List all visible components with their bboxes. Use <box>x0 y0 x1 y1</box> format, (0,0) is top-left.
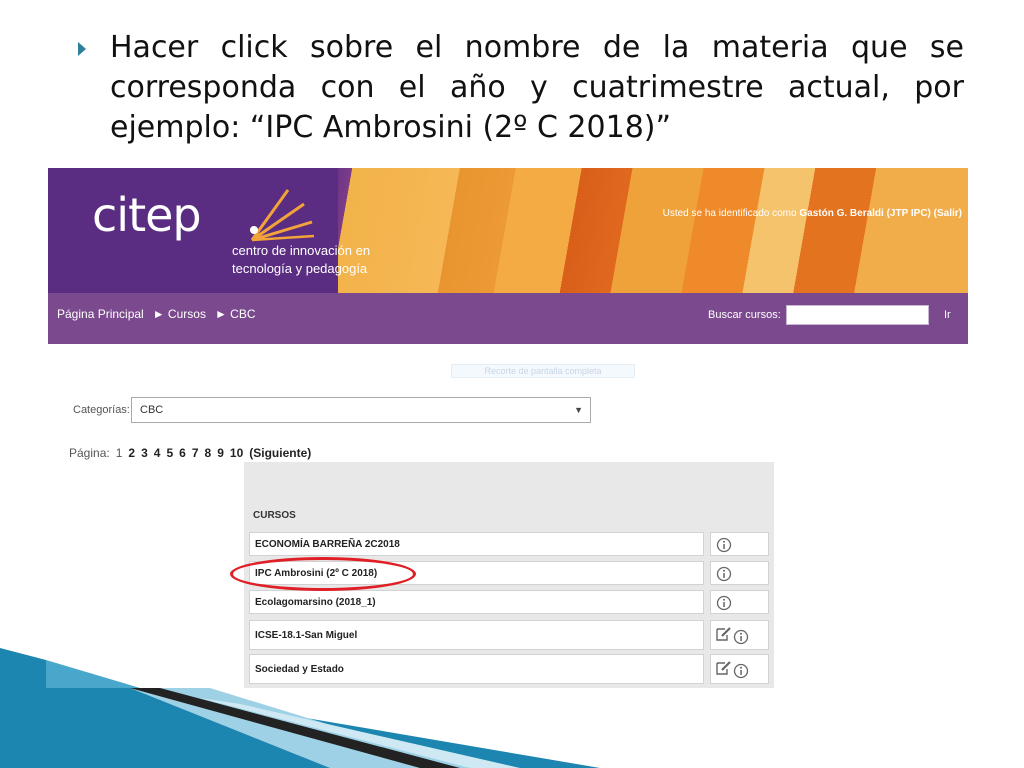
breadcrumb: Página Principal ► Cursos ► CBC <box>57 307 256 321</box>
site-logo[interactable]: citep centro de innovación en tecnología… <box>92 188 370 276</box>
pagination-page-8[interactable]: 8 <box>205 446 212 460</box>
select-caret-icon: ▼ <box>574 405 583 415</box>
logo-subtitle: centro de innovación en tecnología y ped… <box>232 242 412 278</box>
pagination-current: 1 <box>115 446 123 460</box>
search-input[interactable] <box>786 305 929 325</box>
course-link[interactable]: Ecolagomarsino (2018_1) <box>249 590 704 614</box>
breadcrumb-home[interactable]: Página Principal <box>57 307 144 321</box>
highlight-ellipse <box>230 557 416 591</box>
logo-subtitle-line2: tecnología y pedagogía <box>232 261 368 276</box>
pagination-page-10[interactable]: 10 <box>230 446 243 460</box>
banner-stripes <box>338 168 968 293</box>
user-info-prefix: Usted se ha identificado como <box>662 208 797 219</box>
course-name: ECONOMÍA BARREÑA 2C2018 <box>255 539 400 550</box>
user-name-link[interactable]: Gastón G. Beraldi (JTP IPC) <box>799 208 931 219</box>
moodle-screenshot: citep centro de innovación en tecnología… <box>48 168 968 688</box>
course-icons <box>710 532 769 556</box>
bullet-arrow-icon <box>78 42 86 56</box>
pagination-page-3[interactable]: 3 <box>141 446 148 460</box>
breadcrumb-cbc[interactable]: ► CBC <box>215 307 256 321</box>
info-icon[interactable] <box>716 595 732 611</box>
site-banner: citep centro de innovación en tecnología… <box>48 168 968 293</box>
pagination-next[interactable]: (Siguiente) <box>249 446 311 460</box>
pagination-page-4[interactable]: 4 <box>154 446 161 460</box>
categories-label: Categorías: <box>73 404 130 416</box>
course-name: Ecolagomarsino (2018_1) <box>255 597 376 608</box>
course-icons <box>710 590 769 614</box>
pagination-page-5[interactable]: 5 <box>166 446 173 460</box>
slide-corner-decoration <box>0 648 600 768</box>
courses-heading: CURSOS <box>253 510 296 521</box>
course-link[interactable]: ECONOMÍA BARREÑA 2C2018 <box>249 532 704 556</box>
logo-sparkle-icon <box>250 189 315 242</box>
info-icon[interactable] <box>716 566 732 582</box>
navbar: Página Principal ► Cursos ► CBC Buscar c… <box>48 293 968 344</box>
course-icons <box>710 561 769 585</box>
breadcrumb-cursos[interactable]: ► Cursos <box>153 307 206 321</box>
search-go-button[interactable]: Ir <box>944 309 951 321</box>
categories-selected-value: CBC <box>140 404 164 416</box>
logout-link[interactable]: (Salir) <box>934 208 962 219</box>
slide-bullet: Hacer click sobre el nombre de la materi… <box>78 28 964 148</box>
faded-caption: Recorte de pantalla completa <box>451 364 635 378</box>
slide-bullet-text: Hacer click sobre el nombre de la materi… <box>110 30 964 145</box>
info-icon[interactable] <box>716 537 732 553</box>
user-info: Usted se ha identificado como Gastón G. … <box>663 208 962 219</box>
logo-subtitle-line1: centro de innovación en <box>232 243 371 258</box>
categories-select[interactable]: CBC ▼ <box>131 397 591 423</box>
logo-word: citep <box>92 188 202 242</box>
pagination-label: Página: <box>69 446 110 460</box>
pagination: Página: 1 2 3 4 5 6 7 8 9 10 (Siguiente) <box>69 446 311 460</box>
course-row: Ecolagomarsino (2018_1) <box>249 590 769 614</box>
pagination-page-7[interactable]: 7 <box>192 446 199 460</box>
pagination-page-6[interactable]: 6 <box>179 446 186 460</box>
search-label: Buscar cursos: <box>708 309 781 321</box>
pagination-page-9[interactable]: 9 <box>217 446 224 460</box>
pagination-page-2[interactable]: 2 <box>128 446 135 460</box>
course-row: ECONOMÍA BARREÑA 2C2018 <box>249 532 769 556</box>
